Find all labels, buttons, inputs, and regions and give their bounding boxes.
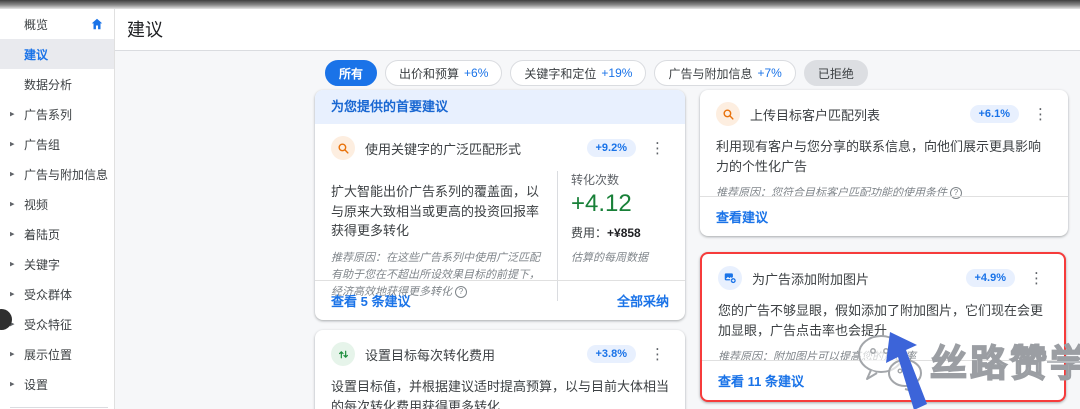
- recommendation-card-broad-match: 为您提供的首要建议 使用关键字的广泛匹配形式 +9.2% ⋮ 扩大智能出价广告系…: [315, 90, 685, 320]
- expand-caret-icon: ▸: [10, 168, 15, 179]
- page-title: 建议: [127, 20, 163, 40]
- google-ads-recommendations-page: 概览 建议 数据分析 ▸ 广告系列 ▸ 广告组 ▸ 广告与附加信息 ▸ 视频 ▸…: [0, 0, 1080, 409]
- sidebar-divider: [10, 407, 108, 408]
- recommendation-card-image-extensions-highlighted: 为广告添加附加图片 +4.9% ⋮ 您的广告不够显眼，假如添加了附加图片，它们现…: [700, 252, 1066, 402]
- sidebar-item-label: 展示位置: [24, 347, 73, 362]
- overflow-menu-icon[interactable]: ⋮: [646, 139, 669, 158]
- chip-delta: +7%: [757, 66, 782, 80]
- filter-chip-ads-extensions[interactable]: 广告与附加信息 +7%: [654, 60, 796, 86]
- recommendation-body: 利用现有客户与您分享的联系信息，向他们展示更具影响力的个性化广告: [716, 139, 1042, 174]
- sidebar-item-label: 设置: [24, 377, 49, 392]
- sidebar-item-keywords[interactable]: ▸ 关键字: [0, 249, 114, 279]
- sidebar-item-label: 数据分析: [24, 77, 73, 92]
- search-icon: [716, 102, 740, 126]
- overflow-menu-icon[interactable]: ⋮: [1025, 269, 1048, 288]
- sidebar-item-ads-extensions[interactable]: ▸ 广告与附加信息: [0, 159, 114, 189]
- content-area: 所有 出价和预算 +6% 关键字和定位 +19% 广告与附加信息 +7% 已拒绝…: [115, 51, 1080, 409]
- sidebar-item-label: 着陆页: [24, 227, 61, 242]
- search-icon: [331, 136, 355, 160]
- sidebar-item-insights[interactable]: 数据分析: [0, 69, 114, 99]
- home-icon: [91, 18, 103, 30]
- recommendation-title: 设置目标每次转化费用: [365, 347, 496, 363]
- expand-caret-icon: ▸: [10, 228, 15, 239]
- sidebar-item-videos[interactable]: ▸ 视频: [0, 189, 114, 219]
- uplift-badge: +6.1%: [969, 105, 1019, 123]
- sidebar-item-overview[interactable]: 概览: [0, 9, 114, 39]
- expand-caret-icon: ▸: [10, 348, 15, 359]
- recommendation-card-target-cpa: 设置目标每次转化费用 +3.8% ⋮ 设置目标值，并根据建议适时提高预算，以与目…: [315, 330, 685, 409]
- filter-chip-keywords-targeting[interactable]: 关键字和定位 +19%: [510, 60, 647, 86]
- view-recommendations-link[interactable]: 查看 11 条建议: [718, 371, 804, 390]
- uplift-badge: +3.8%: [586, 345, 636, 363]
- recommendation-body: 设置目标值，并根据建议适时提高预算，以与目前大体相当的每次转化费用获得更多转化: [331, 379, 670, 409]
- window-top-strip: [0, 0, 1080, 9]
- bid-arrows-icon: [331, 342, 355, 366]
- page-header: 建议: [115, 9, 1080, 51]
- recommendation-body: 您的广告不够显眼，假如添加了附加图片，它们现在会更加显眼，广告点击率也会提升: [718, 303, 1044, 338]
- recommendation-title: 上传目标客户匹配列表: [750, 107, 881, 123]
- filter-chip-dismissed[interactable]: 已拒绝: [803, 60, 868, 86]
- view-recommendations-link[interactable]: 查看建议: [716, 207, 768, 226]
- chip-delta: +6%: [464, 66, 489, 80]
- metric-cost: 费用：+¥858: [571, 226, 641, 240]
- chip-label: 广告与附加信息: [668, 66, 753, 81]
- add-image-icon: [718, 266, 742, 290]
- sidebar-item-label: 受众特征: [24, 317, 73, 332]
- sidebar-item-label: 广告组: [24, 137, 61, 152]
- sidebar-item-demographics[interactable]: ▸ 受众特征: [0, 309, 114, 339]
- sidebar-item-campaigns[interactable]: ▸ 广告系列: [0, 99, 114, 129]
- metric-note: 估算的每周数据: [571, 252, 648, 264]
- metric-label: 转化次数: [571, 173, 620, 187]
- expand-caret-icon: ▸: [10, 288, 15, 299]
- sidebar-item-audiences[interactable]: ▸ 受众群体: [0, 279, 114, 309]
- apply-all-link[interactable]: 全部采纳: [617, 291, 669, 310]
- filter-chip-bar: 所有 出价和预算 +6% 关键字和定位 +19% 广告与附加信息 +7% 已拒绝: [325, 60, 868, 86]
- chip-label: 已拒绝: [817, 66, 854, 81]
- chip-label: 关键字和定位: [524, 66, 597, 81]
- left-navigation-sidebar: 概览 建议 数据分析 ▸ 广告系列 ▸ 广告组 ▸ 广告与附加信息 ▸ 视频 ▸…: [0, 9, 115, 409]
- uplift-badge: +9.2%: [586, 139, 636, 157]
- recommendation-body: 扩大智能出价广告系列的覆盖面，以与原来大致相当或更高的投资回报率获得更多转化: [331, 184, 540, 238]
- sidebar-item-label: 视频: [24, 197, 49, 212]
- chip-delta: +19%: [601, 66, 633, 80]
- expand-caret-icon: ▸: [10, 198, 15, 209]
- overflow-menu-icon[interactable]: ⋮: [646, 345, 669, 364]
- primary-recommendation-banner: 为您提供的首要建议: [315, 90, 685, 124]
- expand-caret-icon: ▸: [10, 378, 15, 389]
- sidebar-item-label: 概览: [24, 17, 49, 32]
- chip-label: 出价和预算: [399, 66, 460, 81]
- expand-caret-icon: ▸: [10, 318, 15, 329]
- view-recommendations-link[interactable]: 查看 5 条建议: [331, 291, 410, 310]
- overflow-menu-icon[interactable]: ⋮: [1029, 105, 1052, 124]
- sidebar-item-landing-pages[interactable]: ▸ 着陆页: [0, 219, 114, 249]
- sidebar-item-label: 广告系列: [24, 107, 73, 122]
- uplift-badge: +4.9%: [965, 269, 1015, 287]
- sidebar-item-label: 建议: [24, 47, 49, 62]
- sidebar-item-label: 关键字: [24, 257, 61, 272]
- sidebar-item-ad-groups[interactable]: ▸ 广告组: [0, 129, 114, 159]
- recommendation-title: 使用关键字的广泛匹配形式: [365, 141, 522, 157]
- metric-value: +4.12: [571, 190, 632, 217]
- sidebar-item-placements[interactable]: ▸ 展示位置: [0, 339, 114, 369]
- recommendation-title: 为广告添加附加图片: [752, 271, 870, 287]
- sidebar-item-settings[interactable]: ▸ 设置: [0, 369, 114, 399]
- expand-caret-icon: ▸: [10, 138, 15, 149]
- expand-caret-icon: ▸: [10, 108, 15, 119]
- filter-chip-bidding-budgets[interactable]: 出价和预算 +6%: [385, 60, 503, 86]
- filter-chip-all[interactable]: 所有: [325, 60, 378, 86]
- sidebar-item-recommendations[interactable]: 建议: [0, 39, 114, 69]
- recommendation-card-customer-match: 上传目标客户匹配列表 +6.1% ⋮ 利用现有客户与您分享的联系信息，向他们展示…: [700, 90, 1068, 236]
- sidebar-item-label: 受众群体: [24, 287, 73, 302]
- expand-caret-icon: ▸: [10, 258, 15, 269]
- sidebar-item-label: 广告与附加信息: [24, 167, 109, 182]
- chip-label: 所有: [339, 66, 364, 81]
